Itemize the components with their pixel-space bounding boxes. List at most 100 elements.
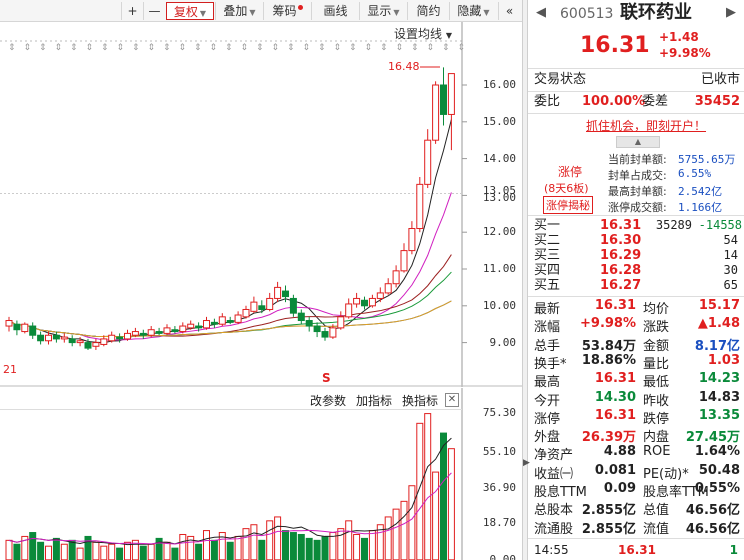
event-mark-icon[interactable]: ⇕ [272, 43, 280, 53]
event-mark-icon[interactable]: ⇕ [179, 43, 187, 53]
kline-chart[interactable]: ⇕ ⇕ ⇕ ⇕ ⇕ ⇕ ⇕ ⇕ ⇕ ⇕ ⇕ ⇕ ⇕ ⇕ ⇕ ⇕ ⇕ ⇕ ⇕ ⇕ ⇕ ⇕ ⇕ ⇕ ⇕ ⇕ ⇕ ⇕ ⇕ ⇕ 设置均线 ▼ 16… [0, 22, 522, 387]
bid-volume: 30 [723, 263, 738, 277]
volume-bar [321, 535, 329, 560]
event-mark-icon[interactable]: ⇕ [334, 43, 342, 53]
stat-label: 净资产 [534, 448, 574, 464]
volume-bar [37, 541, 45, 560]
ma-line [8, 271, 452, 338]
kline-chart-svg[interactable]: ⇕ ⇕ ⇕ ⇕ ⇕ ⇕ ⇕ ⇕ ⇕ ⇕ ⇕ ⇕ ⇕ ⇕ ⇕ ⇕ ⇕ ⇕ ⇕ ⇕ ⇕ ⇕ ⇕ ⇕ ⇕ ⇕ ⇕ ⇕ ⇕ ⇕ [0, 22, 522, 387]
stat-label: 总手 [534, 338, 561, 354]
event-mark-icon[interactable]: ⇕ [365, 43, 373, 53]
fuquan-dropdown[interactable]: 复权 ▼ [166, 2, 214, 20]
stat-value: 15.17 [698, 298, 740, 313]
tick-price: 16.31 [618, 543, 656, 557]
event-mark-icon[interactable]: ⇕ [303, 43, 311, 53]
close-icon[interactable]: ✕ [445, 393, 459, 407]
stat-label: 最低 [643, 375, 670, 391]
prev-stock-icon[interactable]: ◀ [536, 4, 546, 22]
jianyue-button[interactable]: 简约 [407, 2, 449, 20]
event-mark-icon[interactable]: ⇕ [349, 43, 357, 53]
add-indicator-button[interactable]: 加指标 [356, 392, 392, 409]
stat-value: 8.17亿 [694, 338, 740, 354]
diejia-dropdown[interactable]: 叠加 ▼ [215, 2, 263, 20]
event-mark-icon[interactable]: ⇕ [163, 43, 171, 53]
event-mark-icon[interactable]: ⇕ [70, 43, 78, 53]
event-mark-icon[interactable]: ⇕ [210, 43, 218, 53]
event-mark-icon[interactable]: ⇕ [24, 43, 32, 53]
event-mark-icon[interactable]: ⇕ [117, 43, 125, 53]
dropdown-arrow-icon: ▼ [393, 8, 400, 17]
event-mark-icon[interactable]: ⇕ [132, 43, 140, 53]
volume-axis-label: 55.10 [482, 445, 516, 459]
stat-value: 26.39万 [581, 430, 636, 446]
stat-label: 昨收 [643, 393, 670, 409]
event-mark-icon[interactable]: ⇕ [427, 43, 435, 53]
event-mark-icon[interactable]: ⇕ [396, 43, 404, 53]
stat-label: 跌停 [643, 411, 670, 427]
event-mark-icon[interactable]: ⇕ [411, 43, 419, 53]
volume-bar [210, 539, 218, 560]
volume-bar [242, 528, 250, 560]
seal-label: 封单占成交: [608, 169, 667, 182]
event-mark-icon[interactable]: ⇕ [442, 43, 450, 53]
change-params-button[interactable]: 改参数 [310, 392, 346, 409]
seal-label: 涨停成交额: [608, 201, 667, 214]
volume-bar [408, 485, 416, 560]
stock-header: ◀ 600513 联环药业 ▶ [528, 4, 744, 26]
candle [266, 292, 274, 312]
event-mark-icon[interactable]: ⇕ [55, 43, 63, 53]
left-low-label: 21 [3, 363, 17, 376]
candle [392, 265, 400, 288]
event-mark-icon[interactable]: ⇕ [241, 43, 249, 53]
candle [440, 67, 447, 126]
zoom-in-button[interactable]: + [121, 2, 143, 20]
candle [171, 326, 179, 334]
event-mark-icon[interactable]: ⇕ [256, 43, 264, 53]
volume-chart[interactable]: 改参数 加指标 换指标 ✕ 75.30 55.10 36.90 18.70 0.00 [0, 388, 522, 560]
open-account-link[interactable]: 抓住机会，即刻开户！ [586, 117, 706, 134]
event-mark-icon[interactable]: ⇕ [458, 43, 466, 53]
price-change-pct: +9.98% [659, 46, 711, 60]
limit-reveal-button[interactable]: 涨停揭秘 [543, 196, 593, 214]
event-mark-icon[interactable]: ⇕ [318, 43, 326, 53]
seal-label: 最高封单额: [608, 185, 667, 198]
candle [155, 327, 163, 336]
volume-bar [440, 432, 447, 560]
candle [376, 287, 384, 303]
volume-bar [234, 535, 242, 560]
event-mark-icon[interactable]: ⇕ [287, 43, 295, 53]
volume-chart-svg[interactable] [0, 388, 522, 560]
stat-value: 16.31 [594, 298, 636, 313]
ma-settings-button[interactable]: 设置均线 ▼ [394, 25, 452, 42]
price-axis-label: 16.00 [482, 78, 516, 91]
stat-label: 最高 [534, 375, 561, 391]
event-mark-icon[interactable]: ⇕ [101, 43, 109, 53]
candle [218, 313, 226, 327]
event-mark-icon[interactable]: ⇕ [8, 43, 16, 53]
candle [416, 177, 424, 233]
event-mark-icon[interactable]: ⇕ [86, 43, 94, 53]
chouma-button[interactable]: 筹码 [263, 2, 311, 20]
event-mark-icon[interactable]: ⇕ [148, 43, 156, 53]
yincang-dropdown[interactable]: 隐藏 ▼ [449, 2, 497, 20]
collapse-left-button[interactable]: « [498, 2, 520, 20]
candle [400, 243, 408, 273]
event-mark-icon[interactable]: ⇕ [39, 43, 47, 53]
stat-value: 14.83 [698, 389, 740, 405]
zoom-out-button[interactable]: — [143, 2, 165, 20]
price-axis-label: 10.00 [482, 298, 516, 312]
tick-time: 14:55 [534, 543, 569, 557]
price-axis-label: 9.00 [489, 335, 517, 349]
candle [297, 309, 305, 325]
next-stock-icon[interactable]: ▶ [726, 4, 736, 22]
huaxian-button[interactable]: 画线 [311, 2, 359, 20]
stat-value: 14.30 [594, 389, 636, 405]
switch-indicator-button[interactable]: 换指标 [402, 392, 438, 409]
event-mark-icon[interactable]: ⇕ [380, 43, 388, 53]
event-mark-icon[interactable]: ⇕ [194, 43, 202, 53]
candle [305, 316, 313, 332]
event-mark-icon[interactable]: ⇕ [225, 43, 233, 53]
xianshi-dropdown[interactable]: 显示 ▼ [359, 2, 407, 20]
collapse-up-icon[interactable]: ▲ [616, 136, 660, 148]
stat-value: 13.35 [698, 407, 740, 423]
